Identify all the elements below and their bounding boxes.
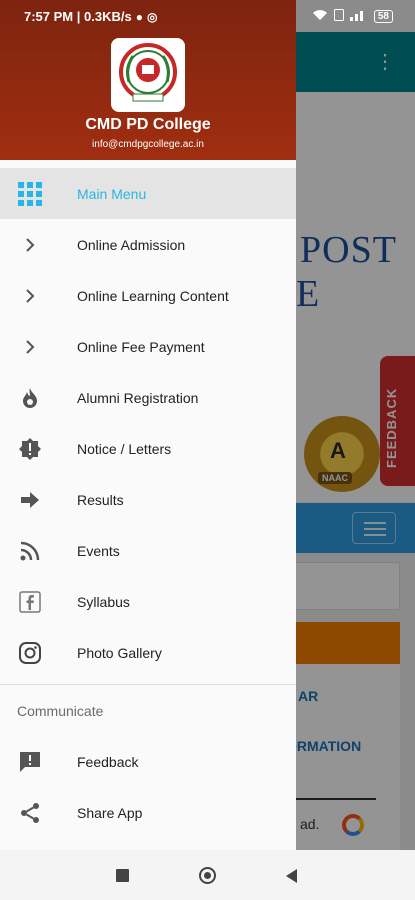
flame-icon: [18, 386, 42, 410]
status-bar: 7:57 PM | 0.3KB/s ● ◎ 58: [0, 0, 415, 32]
chevron-right-icon: [18, 233, 42, 257]
back-button[interactable]: [286, 869, 297, 883]
grid-icon: [18, 181, 42, 206]
menu-item-results[interactable]: Results: [0, 474, 296, 525]
menu-item-notice-letters[interactable]: Notice / Letters: [0, 423, 296, 474]
menu-item-label: Photo Gallery: [77, 644, 162, 661]
arrow-right-icon: [18, 488, 42, 512]
chevron-right-icon: [18, 335, 42, 359]
home-button[interactable]: [199, 867, 216, 884]
menu-item-label: Main Menu: [77, 185, 147, 202]
recents-button[interactable]: [116, 869, 129, 882]
menu-item-online-learning-content[interactable]: Online Learning Content: [0, 270, 296, 321]
drawer-menu: Main Menu Online Admission Online Learni…: [0, 168, 296, 678]
menu-item-label: Alumni Registration: [77, 389, 199, 406]
battery-icon: 58: [373, 9, 393, 23]
system-nav-bar: [0, 850, 415, 900]
menu-item-online-admission[interactable]: Online Admission: [0, 219, 296, 270]
chevron-right-icon: [18, 284, 42, 308]
menu-item-label: Syllabus: [77, 593, 130, 610]
menu-item-main-menu[interactable]: Main Menu: [0, 168, 296, 219]
feedback-icon: [18, 750, 42, 774]
signal-icon: [349, 9, 368, 23]
menu-item-label: Online Fee Payment: [77, 338, 205, 355]
wifi-icon: [312, 9, 328, 23]
rss-icon: [18, 539, 42, 563]
menu-item-feedback[interactable]: Feedback: [0, 736, 296, 787]
battery-level: 58: [377, 10, 389, 22]
menu-item-label: Share App: [77, 804, 143, 821]
navigation-drawer: CMD PD College info@cmdpgcollege.ac.in M…: [0, 0, 296, 850]
status-time: 7:57 PM | 0.3KB/s: [24, 9, 132, 24]
communicate-section-title: Communicate: [17, 703, 104, 719]
sim-icon: [333, 9, 344, 23]
menu-item-label: Notice / Letters: [77, 440, 172, 457]
menu-item-label: Online Learning Content: [77, 287, 229, 304]
alert-badge-icon: [18, 437, 42, 461]
notification-icon: ●: [135, 9, 143, 24]
college-name: CMD PD College: [85, 116, 211, 133]
share-icon: [18, 801, 42, 825]
menu-item-photo-gallery[interactable]: Photo Gallery: [0, 627, 296, 678]
menu-item-online-fee-payment[interactable]: Online Fee Payment: [0, 321, 296, 372]
menu-item-syllabus[interactable]: Syllabus: [0, 576, 296, 627]
menu-item-alumni-registration[interactable]: Alumni Registration: [0, 372, 296, 423]
communicate-menu: Feedback Share App: [0, 736, 296, 838]
college-email: info@cmdpgcollege.ac.in: [92, 139, 204, 150]
whatsapp-icon: ◎: [146, 9, 158, 24]
menu-divider: [0, 684, 296, 685]
instagram-icon: [18, 641, 42, 665]
facebook-icon: [18, 590, 42, 614]
menu-item-events[interactable]: Events: [0, 525, 296, 576]
menu-item-label: Events: [77, 542, 120, 559]
menu-item-share-app[interactable]: Share App: [0, 787, 296, 838]
menu-item-label: Feedback: [77, 753, 139, 770]
college-logo: [111, 38, 185, 112]
menu-item-label: Results: [77, 491, 124, 508]
menu-item-label: Online Admission: [77, 236, 186, 253]
